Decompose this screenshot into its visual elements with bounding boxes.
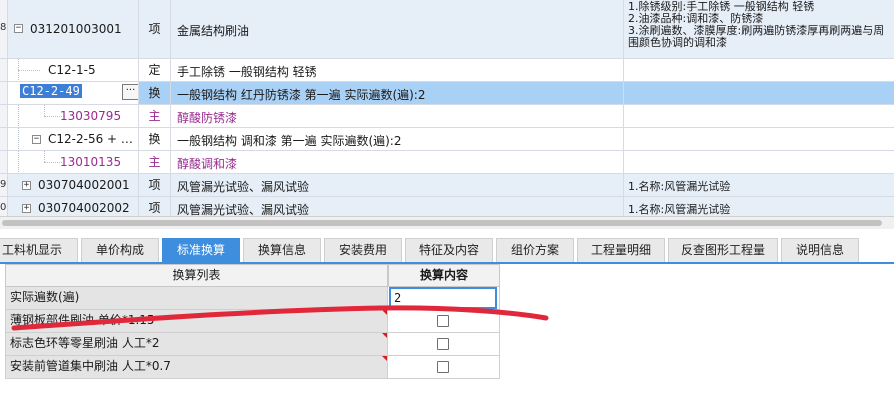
name-cell[interactable]: 一般钢结构 红丹防锈漆 第一遍 实际遍数(遍):2	[171, 82, 624, 104]
tab-conversion-info[interactable]: 换算信息	[243, 238, 321, 262]
row-index: 9	[0, 174, 8, 196]
name-cell[interactable]: 风管漏光试验、漏风试验	[171, 197, 624, 216]
code-cell[interactable]: C12-2-49 ···	[8, 82, 139, 104]
code-cell[interactable]: − C12-2-56 + …	[8, 128, 139, 150]
conversion-checkbox[interactable]	[437, 361, 449, 373]
type-cell: 项	[139, 197, 171, 216]
feature-cell[interactable]: 1.名称:风管漏光试验	[624, 197, 894, 216]
type-cell: 主	[139, 105, 171, 127]
type-cell: 主	[139, 151, 171, 173]
tab-unit-price[interactable]: 单价构成	[81, 238, 159, 262]
code-cell[interactable]: − 031201003001	[8, 0, 139, 58]
tab-installation-fee[interactable]: 安装费用	[324, 238, 402, 262]
table-row-selected[interactable]: C12-2-49 ··· 换 一般钢结构 红丹防锈漆 第一遍 实际遍数(遍):2	[0, 82, 894, 105]
comment-marker-icon	[382, 333, 387, 338]
name-cell[interactable]: 手工除锈 一般钢结构 轻锈	[171, 59, 624, 81]
comment-marker-icon	[382, 310, 387, 315]
feature-cell[interactable]	[624, 151, 894, 173]
table-row[interactable]: 13010135 主 醇酸调和漆	[0, 151, 894, 174]
conversion-label: 实际遍数(遍)	[5, 287, 388, 309]
conversion-value-cell[interactable]	[388, 356, 500, 378]
tab-graphic-quantity[interactable]: 反查图形工程量	[668, 238, 778, 262]
collapse-icon[interactable]: −	[32, 135, 41, 144]
collapse-icon[interactable]: −	[14, 24, 23, 33]
conversion-label: 薄钢板部件刷油 单价*1.15	[5, 310, 388, 332]
detail-tab-bar: 工料机显示 单价构成 标准换算 换算信息 安装费用 特征及内容 组价方案 工程量…	[0, 238, 894, 262]
conversion-panel: 换算列表 换算内容 实际遍数(遍) 2 薄钢板部件刷油 单价*1.15 标志色环…	[0, 264, 894, 411]
tab-features[interactable]: 特征及内容	[405, 238, 493, 262]
header-conversion-content: 换算内容	[388, 264, 500, 287]
tab-labor-material[interactable]: 工料机显示	[0, 238, 78, 262]
feature-cell[interactable]: 1.除锈级别:手工除锈 一般钢结构 轻锈 2.油漆品种:调和漆、防锈漆 3.涂刷…	[624, 0, 894, 58]
table-row[interactable]: 8 − 031201003001 项 金属结构刷油 1.除锈级别:手工除锈 一般…	[0, 0, 894, 59]
name-cell[interactable]: 金属结构刷油	[171, 0, 624, 58]
code-cell[interactable]: + 030704002002	[8, 197, 139, 216]
conversion-label: 安装前管道集中刷油 人工*0.7	[5, 356, 388, 378]
tab-pricing-plan[interactable]: 组价方案	[496, 238, 574, 262]
conversion-checkbox[interactable]	[437, 338, 449, 350]
name-cell[interactable]: 一般钢结构 调和漆 第一遍 实际遍数(遍):2	[171, 128, 624, 150]
conversion-label: 标志色环等零星刷油 人工*2	[5, 333, 388, 355]
conversion-row[interactable]: 实际遍数(遍) 2	[5, 287, 500, 310]
conversion-row[interactable]: 薄钢板部件刷油 单价*1.15	[5, 310, 500, 333]
expand-icon[interactable]: +	[22, 204, 31, 213]
code-cell[interactable]: 13030795	[8, 105, 139, 127]
name-cell[interactable]: 醇酸调和漆	[171, 151, 624, 173]
scrollbar-thumb[interactable]	[2, 220, 882, 226]
tab-description[interactable]: 说明信息	[781, 238, 859, 262]
feature-cell[interactable]	[624, 128, 894, 150]
table-row[interactable]: C12-1-5 定 手工除锈 一般钢结构 轻锈	[0, 59, 894, 82]
ellipsis-button[interactable]: ···	[122, 84, 138, 100]
conversion-value-cell[interactable]	[388, 333, 500, 355]
feature-cell[interactable]	[624, 105, 894, 127]
type-cell: 项	[139, 0, 171, 58]
table-row[interactable]: 13030795 主 醇酸防锈漆	[0, 105, 894, 128]
times-input[interactable]: 2	[389, 287, 497, 309]
code-cell[interactable]: + 030704002001	[8, 174, 139, 196]
expand-icon[interactable]: +	[22, 181, 31, 190]
conversion-row[interactable]: 标志色环等零星刷油 人工*2	[5, 333, 500, 356]
conversion-row[interactable]: 安装前管道集中刷油 人工*0.7	[5, 356, 500, 379]
feature-text: 1.除锈级别:手工除锈 一般钢结构 轻锈 2.油漆品种:调和漆、防锈漆 3.涂刷…	[628, 0, 885, 49]
comment-marker-icon	[382, 356, 387, 361]
row-index	[0, 82, 8, 104]
type-cell: 换	[139, 128, 171, 150]
type-cell: 换	[139, 82, 171, 104]
tab-quantity-detail[interactable]: 工程量明细	[577, 238, 665, 262]
conversion-value-cell[interactable]: 2	[388, 287, 500, 309]
code-edit-field[interactable]: C12-2-49	[20, 84, 82, 98]
name-cell[interactable]: 风管漏光试验、漏风试验	[171, 174, 624, 196]
quota-tree-table: 8 − 031201003001 项 金属结构刷油 1.除锈级别:手工除锈 一般…	[0, 0, 894, 216]
conversion-checkbox[interactable]	[437, 315, 449, 327]
row-index: 0	[0, 197, 8, 216]
table-row[interactable]: − C12-2-56 + … 换 一般钢结构 调和漆 第一遍 实际遍数(遍):2	[0, 128, 894, 151]
row-index	[0, 59, 8, 81]
row-index	[0, 105, 8, 127]
feature-cell[interactable]	[624, 59, 894, 81]
table-row[interactable]: 9 + 030704002001 项 风管漏光试验、漏风试验 1.名称:风管漏光…	[0, 174, 894, 197]
feature-cell[interactable]	[624, 82, 894, 104]
name-cell[interactable]: 醇酸防锈漆	[171, 105, 624, 127]
tab-standard-conversion[interactable]: 标准换算	[162, 238, 240, 262]
type-cell: 定	[139, 59, 171, 81]
code-cell[interactable]: 13010135	[8, 151, 139, 173]
horizontal-scrollbar[interactable]	[0, 216, 894, 229]
feature-cell[interactable]: 1.名称:风管漏光试验	[624, 174, 894, 196]
row-index	[0, 128, 8, 150]
conversion-value-cell[interactable]	[388, 310, 500, 332]
table-row[interactable]: 0 + 030704002002 项 风管漏光试验、漏风试验 1.名称:风管漏光…	[0, 197, 894, 216]
type-cell: 项	[139, 174, 171, 196]
row-index	[0, 151, 8, 173]
row-index: 8	[0, 0, 8, 58]
code-cell[interactable]: C12-1-5	[8, 59, 139, 81]
header-conversion-list: 换算列表	[5, 264, 388, 287]
